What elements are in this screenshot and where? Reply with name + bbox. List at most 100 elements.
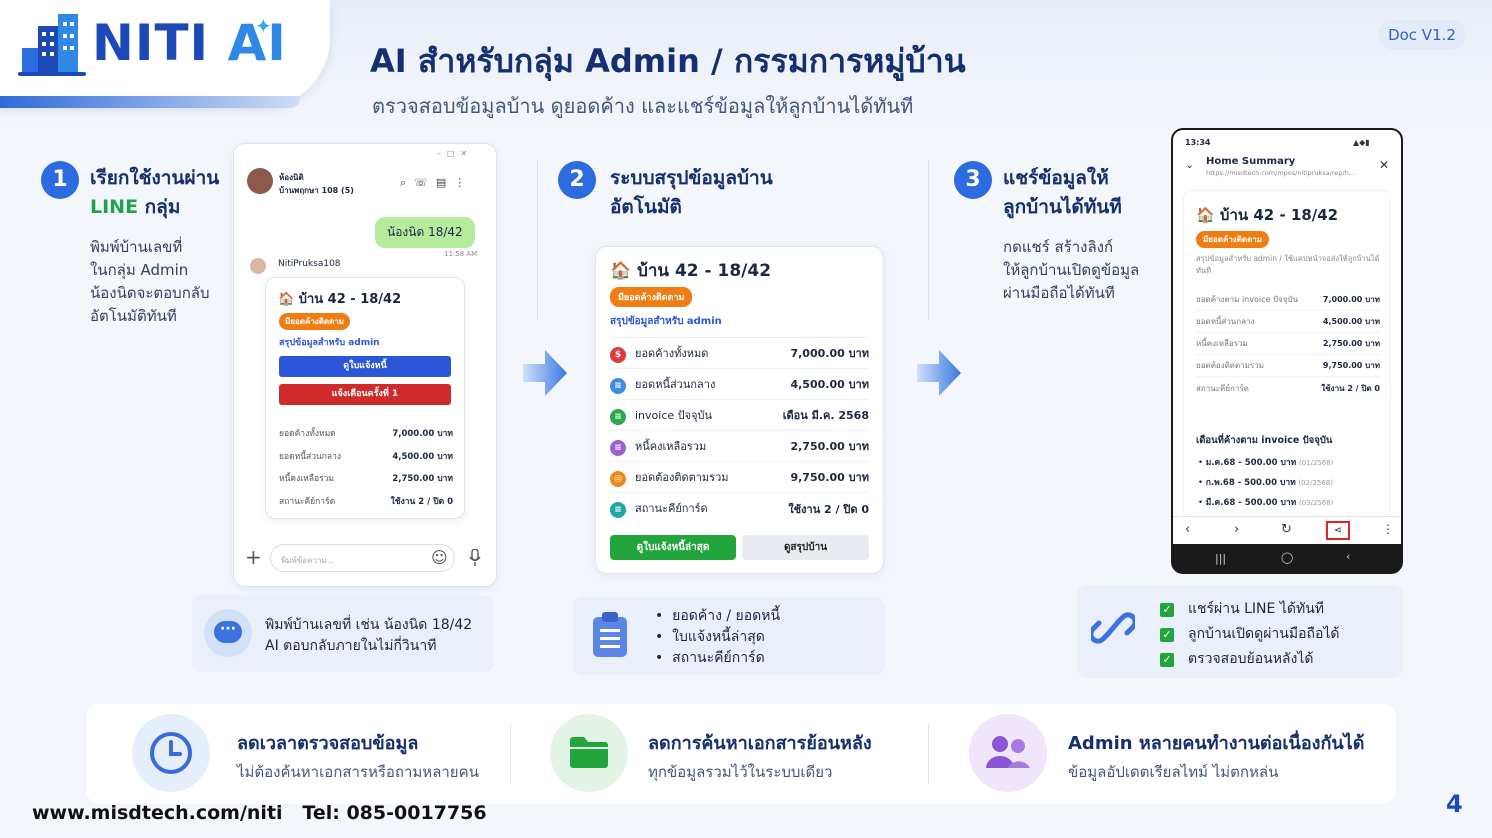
section-divider xyxy=(928,160,929,320)
view-invoice-button[interactable]: ดูใบแจ้งหนี้ xyxy=(279,356,451,377)
months-title: เดือนที่ค้างตาม invoice ปัจจุบัน xyxy=(1196,435,1333,446)
benefit-1-title: ลดเวลาตรวจสอบข้อมูล xyxy=(237,733,419,754)
page-number: 4 xyxy=(1446,790,1463,818)
list-item: ยอดต้องติดตามรวม 9,750.00 บาท xyxy=(1196,355,1380,377)
benefit-divider xyxy=(928,724,929,784)
bot-reply-card: 🏠 บ้าน 42 - 18/42 มียอดค้างติดตาม สรุปข้… xyxy=(265,277,465,519)
forward-icon[interactable]: › xyxy=(1234,522,1239,537)
document-icon: ≡ xyxy=(610,377,626,394)
house-icon: 🏠 xyxy=(610,261,632,281)
clipboard-icon xyxy=(593,612,627,657)
summary-title: 🏠 บ้าน 42 - 18/42 xyxy=(610,261,772,281)
admin-summary-label: สรุปข้อมูลสำหรับ admin xyxy=(279,338,380,348)
step-3-number: 3 xyxy=(954,161,992,199)
phone-page-title: Home Summary xyxy=(1206,156,1296,167)
list-item: • มี.ค.68 - 500.00 บาท (03/2568) xyxy=(1198,498,1334,508)
building-logo-icon xyxy=(18,14,86,76)
keycard-icon: ≡ xyxy=(610,502,626,518)
chevron-down-icon[interactable]: ⌄ xyxy=(1185,158,1194,171)
share-icon[interactable]: ⋖ xyxy=(1326,521,1350,540)
doc-version-badge: Doc V1.2 xyxy=(1378,20,1466,50)
user-message-bubble: น้องนิด 18/42 xyxy=(375,217,475,248)
list-item: ยอดหนี้ส่วนกลาง 4,500.00 บาท xyxy=(279,451,453,462)
status-badge: มียอดค้างติดตาม xyxy=(610,287,693,307)
checkbox-icon: ✓ xyxy=(1160,603,1174,617)
list-item: ✓ ลูกบ้านเปิดดูผ่านมือถือได้ xyxy=(1160,622,1340,647)
list-item: สถานะคีย์การ์ด ใช้งาน 2 / ปิด 0 xyxy=(1196,383,1380,393)
info-pill-share: ✓ แชร์ผ่าน LINE ได้ทันที ✓ ลูกบ้านเปิดดูผ่… xyxy=(1077,585,1403,678)
list-item: หนี้คงเหลือรวม 2,750.00 บาท xyxy=(279,474,453,485)
link-icon xyxy=(1091,612,1135,644)
plus-icon[interactable]: + xyxy=(245,545,262,569)
summary-rows: $ ยอดค้างทั้งหมด 7,000.00 บาท ≡ ยอดหนี้ส่วน… xyxy=(610,337,869,524)
chat-bubble-icon: ··· xyxy=(204,609,252,657)
emoji-icon[interactable]: ☺ xyxy=(431,548,448,567)
footer-website[interactable]: www.misdtech.com/niti xyxy=(32,802,283,824)
message-time: 11:58 AM xyxy=(444,250,478,258)
nav-back-icon[interactable]: ‹ xyxy=(1346,550,1350,563)
recent-apps-icon[interactable]: ||| xyxy=(1215,552,1226,565)
phone-url: https://misdtech.com/mpos/nitipruksa/rep… xyxy=(1206,169,1356,177)
arrow-right-icon xyxy=(523,350,567,396)
home-icon[interactable]: ◯ xyxy=(1281,551,1293,564)
folder-icon xyxy=(570,737,608,768)
step-3-description: กดแชร์ สร้างลิงก์ ให้ลูกบ้านเปิดดูข้อมูล… xyxy=(1003,238,1140,302)
admin-summary-label: สรุปข้อมูลสำหรับ admin xyxy=(610,316,722,327)
chat-room-name: ห้องนิติ xyxy=(279,173,304,182)
more-icon[interactable]: ⋮ xyxy=(1382,522,1394,536)
info-pill-line-2: AI ตอบกลับภายในไม่กี่วินาที xyxy=(265,638,437,654)
microphone-icon[interactable] xyxy=(469,549,481,567)
view-house-summary-button[interactable]: ดูสรุปบ้าน xyxy=(742,535,869,560)
android-nav-bar: ||| ◯ ‹ xyxy=(1171,544,1403,574)
benefit-3-desc: ข้อมูลอัปเดตเรียลไทม์ ไม่ตกหล่น xyxy=(1068,763,1279,781)
table-row: ≡ สถานะคีย์การ์ด ใช้งาน 2 / ปิด 0 xyxy=(610,493,869,524)
view-latest-invoice-button[interactable]: ดูใบแจ้งหนี้ล่าสุด xyxy=(610,535,736,560)
status-badge: มียอดค้างติดตาม xyxy=(279,313,351,330)
checkbox-icon: ✓ xyxy=(1160,653,1174,667)
benefit-divider xyxy=(510,724,511,784)
sparkle-icon: ✦ xyxy=(255,14,272,38)
table-row: $ ยอดค้างทั้งหมด 7,000.00 บาท xyxy=(610,338,869,369)
page-subtitle: ตรวจสอบข้อมูลบ้าน ดูยอดค้าง และแชร์ข้อมู… xyxy=(372,94,914,118)
users-icon xyxy=(986,736,1030,768)
window-controls[interactable]: –□✕ xyxy=(437,149,473,158)
share-feature-list: ✓ แชร์ผ่าน LINE ได้ทันที ✓ ลูกบ้านเปิดดูผ่… xyxy=(1160,597,1340,672)
page-title: AI สำหรับกลุ่ม Admin / กรรมการหมู่บ้าน xyxy=(370,42,966,80)
list-item: ยอดค้างตาม invoice ปัจจุบัน 7,000.00 บาท xyxy=(1196,289,1380,311)
benefit-3-icon-circle xyxy=(969,714,1047,792)
arrow-right-icon xyxy=(917,350,961,396)
house-icon: 🏠 xyxy=(1196,206,1215,224)
step-2-number: 2 xyxy=(558,161,596,199)
section-divider xyxy=(537,160,538,320)
list-item: ✓ ตรวจสอบย้อนหลังได้ xyxy=(1160,647,1340,672)
status-badge: มียอดค้างติดตาม xyxy=(1196,231,1270,248)
browser-toolbar: ‹ › ↻ ⋖ ⋮ xyxy=(1173,516,1401,544)
phone-summary-card: 🏠 บ้าน 42 - 18/42 มียอดค้างติดตาม สรุปข้… xyxy=(1183,190,1391,520)
bot-avatar xyxy=(248,256,268,276)
info-pill-typing: ··· พิมพ์บ้านเลขที่ เช่น น้องนิด 18/42 A… xyxy=(192,595,494,672)
back-icon[interactable]: ‹ xyxy=(1185,522,1190,537)
benefit-1-icon-circle xyxy=(132,714,210,792)
phone-card-title: 🏠 บ้าน 42 - 18/42 xyxy=(1196,206,1339,224)
clock-icon xyxy=(150,732,192,774)
step-2-title: ระบบสรุปข้อมูลบ้าน อัตโนมัติ xyxy=(610,167,773,218)
notify-button[interactable]: แจ้งเตือนครั้งที่ 1 xyxy=(279,384,451,405)
step-1-number: 1 xyxy=(41,161,79,199)
chat-toolbar-icons[interactable]: ⌕☏▤⋮ xyxy=(400,176,473,190)
reply-card-rows: ยอดค้างทั้งหมด 7,000.00 บาท ยอดหนี้ส่วนกล… xyxy=(279,422,453,512)
list-item: • สถานะคีย์การ์ด xyxy=(655,650,765,666)
months-list: • ม.ค.68 - 500.00 บาท (01/2568) • ก.พ.68… xyxy=(1198,453,1334,513)
refresh-icon[interactable]: ↻ xyxy=(1281,522,1292,537)
logo-accent-bar xyxy=(0,96,300,108)
close-icon[interactable]: ✕ xyxy=(1379,158,1389,172)
phone-admin-note: สรุปข้อมูลสำหรับ admin / ใช้แคปหน้าจอส่ง… xyxy=(1196,254,1380,275)
benefit-3-title: Admin หลายคนทำงานต่อเนื่องกันได้ xyxy=(1068,733,1365,754)
list-item: หนี้คงเหลือรวม 2,750.00 บาท xyxy=(1196,333,1380,355)
summary-feature-list: • ยอดค้าง / ยอดหนี้ • ใบแจ้งหนี้ล่าสุด •… xyxy=(655,606,780,669)
target-icon: ◎ xyxy=(610,470,626,487)
status-icons: ▲◆▮ xyxy=(1353,138,1370,147)
message-input[interactable]: พิมพ์ข้อความ... ☺ xyxy=(270,544,455,572)
checkbox-icon: ✓ xyxy=(1160,628,1174,642)
list-item: • ก.พ.68 - 500.00 บาท (02/2568) xyxy=(1198,478,1333,488)
benefit-1-desc: ไม่ต้องค้นหาเอกสารหรือถามหลายคน xyxy=(237,763,479,781)
